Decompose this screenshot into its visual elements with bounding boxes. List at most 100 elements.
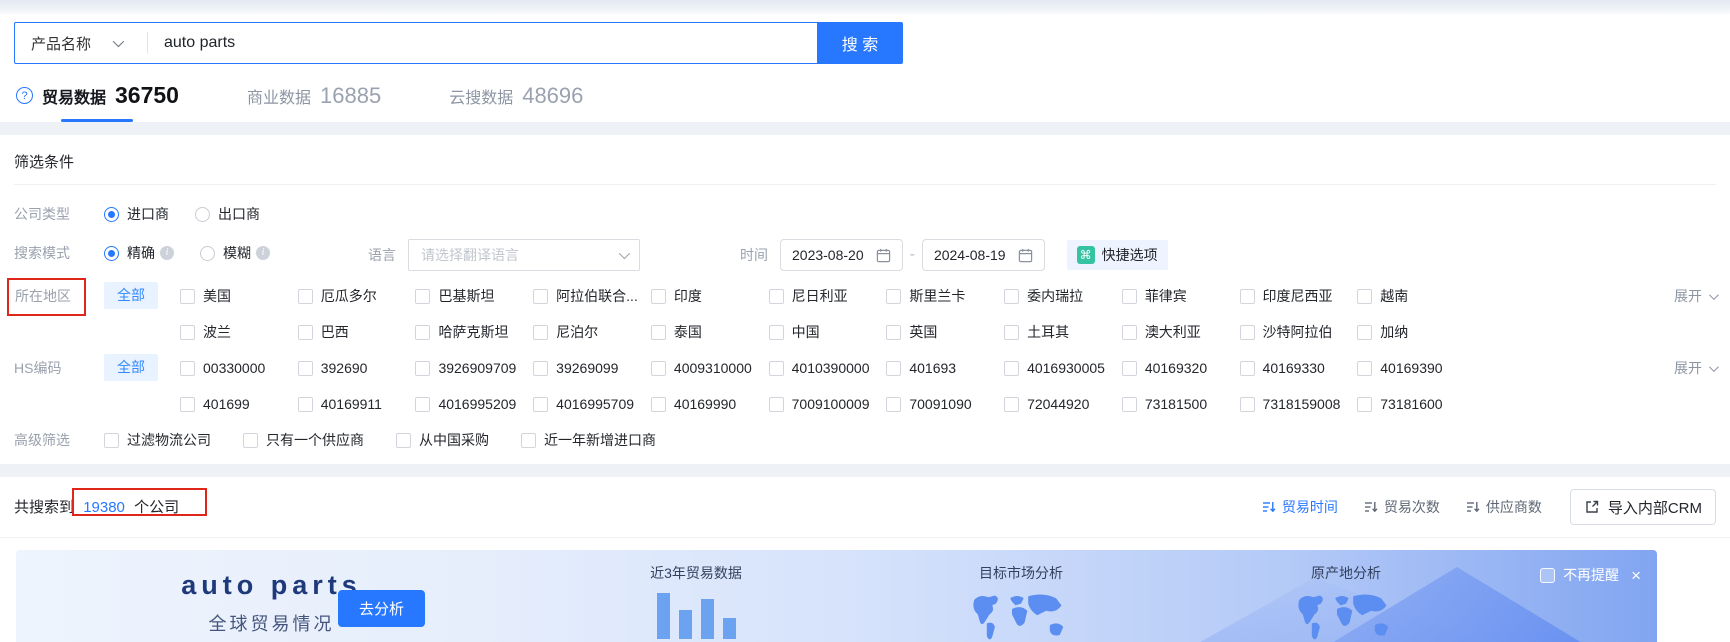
checkbox-item[interactable]: 73181500 <box>1121 393 1240 415</box>
sort-supplier-count[interactable]: 供应商数 <box>1466 497 1542 517</box>
checkbox[interactable] <box>768 288 784 304</box>
checkbox-item[interactable]: 中国 <box>768 321 887 343</box>
checkbox[interactable] <box>104 432 119 448</box>
checkbox-item[interactable]: 印度 <box>650 285 769 307</box>
checkbox-item[interactable]: 7318159008 <box>1239 393 1358 415</box>
checkbox-item[interactable]: 尼日利亚 <box>768 285 887 307</box>
checkbox-item[interactable]: 00330000 <box>180 357 298 379</box>
checkbox-item[interactable]: 英国 <box>886 321 1004 343</box>
checkbox-item[interactable]: 40169320 <box>1121 357 1240 379</box>
checkbox-item[interactable]: 4009310000 <box>650 357 769 379</box>
checkbox[interactable] <box>521 432 536 448</box>
checkbox-item[interactable]: 72044920 <box>1004 393 1122 415</box>
checkbox[interactable] <box>180 360 195 376</box>
checkbox[interactable] <box>415 396 431 412</box>
checkbox[interactable] <box>297 360 313 376</box>
checkbox[interactable] <box>533 288 549 304</box>
checkbox[interactable] <box>180 324 195 340</box>
checkbox-item[interactable]: 委内瑞拉 <box>1004 285 1122 307</box>
dont-remind-checkbox[interactable] <box>1540 567 1556 583</box>
checkbox[interactable] <box>886 324 902 340</box>
checkbox[interactable] <box>768 360 784 376</box>
checkbox[interactable] <box>1239 324 1255 340</box>
checkbox[interactable] <box>1357 396 1373 412</box>
radio-unselected-icon[interactable] <box>200 245 215 261</box>
checkbox-item[interactable]: 菲律宾 <box>1121 285 1240 307</box>
checkbox[interactable] <box>886 396 902 412</box>
close-icon[interactable]: × <box>1631 567 1641 584</box>
checkbox-item[interactable]: 波兰 <box>180 321 298 343</box>
checkbox-item[interactable]: 从中国采购 <box>396 429 489 451</box>
checkbox[interactable] <box>1004 288 1020 304</box>
radio-importer[interactable]: 进口商 <box>104 200 169 228</box>
checkbox-item[interactable]: 土耳其 <box>1004 321 1122 343</box>
import-crm-button[interactable]: 导入内部CRM <box>1569 489 1716 525</box>
checkbox-item[interactable]: 澳大利亚 <box>1121 321 1240 343</box>
checkbox-item[interactable]: 40169911 <box>297 393 416 415</box>
checkbox[interactable] <box>297 288 313 304</box>
checkbox-item[interactable]: 沙特阿拉伯 <box>1239 321 1358 343</box>
radio-exporter[interactable]: 出口商 <box>195 200 260 228</box>
question-icon[interactable]: ? <box>16 87 33 104</box>
checkbox-item[interactable]: 近一年新增进口商 <box>521 429 656 451</box>
date-start-input[interactable]: 2023-08-20 <box>780 239 903 271</box>
checkbox[interactable] <box>1357 324 1373 340</box>
checkbox[interactable] <box>886 360 902 376</box>
language-select[interactable]: 请选择翻译语言 <box>408 239 640 271</box>
checkbox[interactable] <box>1121 324 1137 340</box>
checkbox[interactable] <box>1121 360 1137 376</box>
checkbox-item[interactable]: 巴西 <box>297 321 416 343</box>
checkbox-item[interactable]: 4016930005 <box>1004 357 1122 379</box>
checkbox[interactable] <box>180 396 195 412</box>
radio-selected-icon[interactable] <box>104 206 119 222</box>
checkbox[interactable] <box>415 288 431 304</box>
search-input[interactable] <box>148 34 817 52</box>
checkbox-item[interactable]: 巴基斯坦 <box>415 285 533 307</box>
checkbox-item[interactable]: 4010390000 <box>768 357 887 379</box>
checkbox[interactable] <box>415 360 431 376</box>
checkbox-item[interactable]: 40169390 <box>1357 357 1475 379</box>
checkbox[interactable] <box>1239 360 1255 376</box>
radio-fuzzy[interactable]: 模糊 i <box>200 239 270 267</box>
checkbox[interactable] <box>1121 288 1137 304</box>
checkbox-item[interactable]: 401693 <box>886 357 1004 379</box>
checkbox[interactable] <box>886 288 902 304</box>
radio-selected-icon[interactable] <box>104 245 119 261</box>
checkbox[interactable] <box>1239 288 1255 304</box>
search-category-select[interactable]: 产品名称 <box>15 33 147 54</box>
sort-trade-count[interactable]: 贸易次数 <box>1364 497 1440 517</box>
checkbox-item[interactable]: 392690 <box>297 357 416 379</box>
checkbox[interactable] <box>533 324 549 340</box>
checkbox[interactable] <box>650 288 666 304</box>
checkbox-item[interactable]: 只有一个供应商 <box>243 429 364 451</box>
radio-unselected-icon[interactable] <box>195 206 210 222</box>
checkbox-item[interactable]: 70091090 <box>886 393 1004 415</box>
checkbox-item[interactable]: 加纳 <box>1357 321 1475 343</box>
checkbox[interactable] <box>1239 396 1255 412</box>
checkbox-item[interactable]: 4016995709 <box>533 393 651 415</box>
checkbox[interactable] <box>1004 396 1020 412</box>
checkbox[interactable] <box>768 324 784 340</box>
checkbox-item[interactable]: 厄瓜多尔 <box>297 285 416 307</box>
checkbox[interactable] <box>1357 360 1373 376</box>
checkbox[interactable] <box>650 360 666 376</box>
checkbox[interactable] <box>243 432 258 448</box>
checkbox[interactable] <box>533 396 549 412</box>
analyze-button[interactable]: 去分析 <box>338 589 426 627</box>
checkbox-item[interactable]: 越南 <box>1357 285 1475 307</box>
checkbox[interactable] <box>768 396 784 412</box>
hs-all-chip[interactable]: 全部 <box>104 354 158 381</box>
tab-trade-data[interactable]: ? 贸易数据 36750 <box>14 80 181 122</box>
checkbox[interactable] <box>650 324 666 340</box>
checkbox[interactable] <box>396 432 411 448</box>
checkbox-item[interactable]: 4016995209 <box>415 393 533 415</box>
checkbox-item[interactable]: 73181600 <box>1357 393 1475 415</box>
checkbox-item[interactable]: 39269099 <box>533 357 651 379</box>
checkbox[interactable] <box>1004 360 1020 376</box>
search-button[interactable]: 搜 索 <box>817 22 903 64</box>
info-icon[interactable]: i <box>160 246 174 260</box>
radio-exact[interactable]: 精确 i <box>104 239 174 267</box>
checkbox[interactable] <box>650 396 666 412</box>
checkbox-item[interactable]: 印度尼西亚 <box>1239 285 1358 307</box>
checkbox[interactable] <box>1357 288 1373 304</box>
